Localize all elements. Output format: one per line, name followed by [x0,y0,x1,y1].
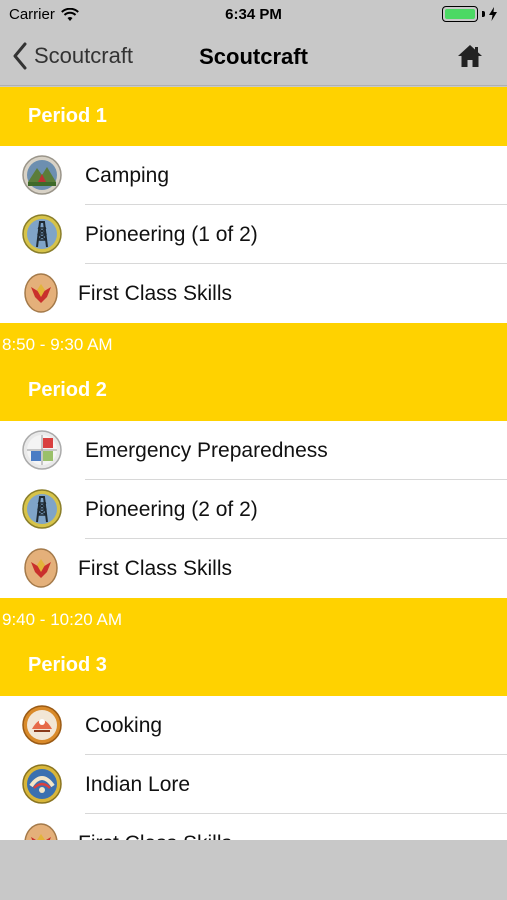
list-item-label: Indian Lore [85,772,191,796]
list-item-label: Camping [85,163,170,187]
pioneering-badge-icon [22,214,62,254]
first-class-badge-icon [24,823,58,840]
first-class-badge-icon [24,548,58,588]
bottom-toolbar [0,840,507,900]
camping-badge-icon [22,155,62,195]
cooking-badge-icon [22,705,62,745]
list-item[interactable]: Cooking [0,696,507,755]
battery-indicator [442,6,497,22]
list-item[interactable]: First Class Skills [0,814,507,840]
list-item-label: First Class Skills [78,556,233,580]
emergency-prep-badge-icon [22,430,62,470]
list-item[interactable]: Indian Lore [0,755,507,814]
period-header: 9:40 - 10:20 AM Period 3 [0,598,507,696]
schedule-list[interactable]: Period 1 Camping Pioneering (1 of 2) Fir… [0,87,507,840]
indian-lore-badge-icon [22,764,62,804]
navigation-bar: Scoutcraft Scoutcraft [0,30,507,86]
list-item-label: First Class Skills [78,281,233,305]
status-time: 6:34 PM [225,6,282,23]
period-label: Period 1 [28,105,107,127]
home-button[interactable] [457,44,483,73]
list-item[interactable]: Emergency Preparedness [0,421,507,480]
battery-icon [442,6,478,22]
list-item[interactable]: Camping [0,146,507,205]
battery-fill [445,9,475,19]
period-time: 9:40 - 10:20 AM [2,610,123,629]
page-title: Scoutcraft [199,44,308,69]
list-item-label: Pioneering (1 of 2) [85,222,258,246]
list-item-label: Pioneering (2 of 2) [85,497,258,521]
pioneering-badge-icon [22,489,62,529]
first-class-badge-icon [24,273,58,313]
list-item[interactable]: First Class Skills [0,264,507,323]
home-icon [458,45,482,67]
period-time: 8:50 - 9:30 AM [2,335,113,354]
period-label: Period 2 [28,379,107,401]
period-header: Period 1 [0,87,507,146]
period-label: Period 3 [28,654,107,676]
charging-bolt-icon [489,7,497,21]
list-item[interactable]: Pioneering (1 of 2) [0,205,507,264]
list-item-label: Cooking [85,713,163,737]
status-bar: Carrier 6:34 PM [0,0,507,30]
period-header: 8:50 - 9:30 AM Period 2 [0,323,507,421]
list-item[interactable]: First Class Skills [0,539,507,598]
list-item[interactable]: Pioneering (2 of 2) [0,480,507,539]
list-item-label: First Class Skills [78,832,232,841]
list-item-label: Emergency Preparedness [85,438,328,462]
